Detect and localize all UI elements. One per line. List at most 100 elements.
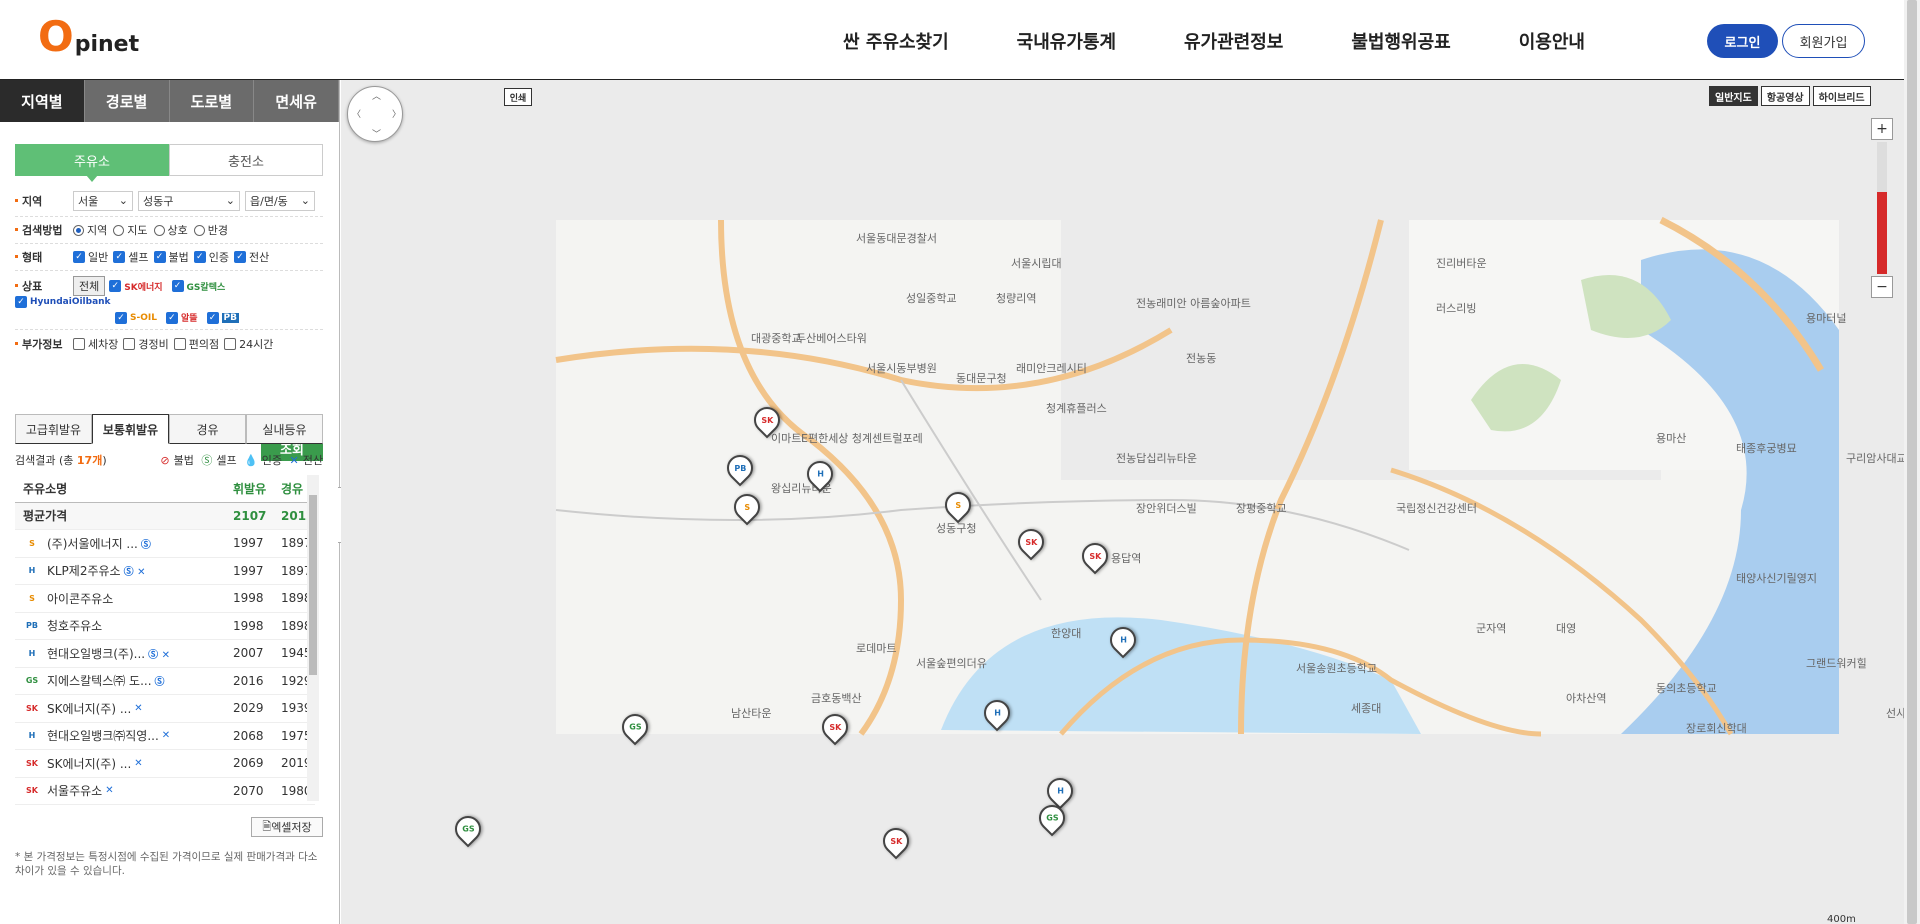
map-place-label: 전농래미안 아름숲아파트 (1136, 297, 1251, 310)
map-type-hybrid[interactable]: 하이브리드 (1812, 86, 1871, 106)
map-place-label: 아차산역 (1566, 692, 1607, 705)
station-row[interactable]: S 아이콘주유소 1998 1898 (15, 585, 315, 613)
zoom-in-button[interactable]: + (1871, 118, 1893, 140)
station-name[interactable]: 아이콘주유소 (47, 590, 113, 607)
map-place-label: 래미안크레시티 (1016, 362, 1087, 375)
station-row[interactable]: SK SK에너지(주) ... ✕ 2069 2019 (15, 750, 315, 778)
tab-region[interactable]: 지역별 (0, 80, 85, 122)
tab-gas-station[interactable]: 주유소 (15, 144, 169, 182)
station-name[interactable]: (주)서울에너지 ... (47, 535, 138, 552)
type-illegal-checkbox[interactable]: ✓ 불법 (153, 249, 189, 265)
brand-sk-checkbox[interactable]: ✓ SK에너지 (109, 280, 166, 293)
station-row[interactable]: SK SK에너지(주) ... ✕ 2029 1939 (15, 695, 315, 723)
brand-soil-checkbox[interactable]: ✓ S-OIL (115, 311, 161, 324)
station-name[interactable]: SK에너지(주) ... (47, 700, 131, 717)
zoom-out-button[interactable]: − (1871, 276, 1893, 298)
station-row[interactable]: S (주)서울에너지 ... Ⓢ 1997 1897 (15, 530, 315, 558)
print-button[interactable]: 인쇄 (504, 88, 532, 106)
station-row[interactable]: SK 서울주유소 ✕ 2070 1980 (15, 778, 315, 805)
station-tags: ✕ (134, 757, 143, 769)
station-name[interactable]: KLP제2주유소 (47, 562, 121, 579)
map-view[interactable]: 서울동대문경찰서 서울시립대 진리버타운 러스리빙 성일중학교 청량리역 전농래미안 아름숲… (341, 80, 1904, 924)
station-tags: Ⓢ ✕ (123, 567, 146, 579)
tab-route[interactable]: 경로별 (84, 80, 170, 122)
map-place-label: 장평중학교 (1236, 502, 1287, 515)
soil-logo-icon: S-OIL (130, 312, 157, 323)
gas-price: 1997 (233, 563, 264, 578)
region-row: 지역 서울 성동구 읍/면/동 (15, 186, 323, 217)
station-row[interactable]: H 현대오일뱅크㈜직영... ✕ 2068 1975 (15, 723, 315, 750)
map-place-label: 청량리역 (996, 292, 1037, 305)
result-count: 검색결과 (총 17개) (15, 454, 107, 467)
extra-repair-checkbox[interactable]: 경정비 (123, 336, 169, 352)
extra-24h-checkbox[interactable]: 24시간 (224, 336, 273, 352)
illegal-icon: ⊘ (160, 454, 170, 467)
tab-taxfree[interactable]: 면세유 (254, 80, 339, 122)
type-self-checkbox[interactable]: ✓ 셀프 (113, 249, 149, 265)
map-canvas (341, 80, 1904, 924)
gas-price: 2068 (233, 728, 264, 743)
map-place-label: 서울시동부병원 (866, 362, 937, 375)
nav-oil-info[interactable]: 유가관련정보 (1184, 28, 1283, 54)
station-tags: ✕ (161, 730, 171, 742)
nav-illegal[interactable]: 불법행위공표 (1351, 28, 1450, 54)
station-row[interactable]: GS 지에스칼텍스㈜ 도... Ⓢ 2016 1929 (15, 668, 315, 695)
method-region-radio[interactable]: 지역 (73, 222, 107, 238)
tab-kerosene[interactable]: 실내등유 (246, 414, 323, 444)
tab-road[interactable]: 도로별 (169, 80, 255, 122)
nav-cheap-station[interactable]: 싼 주유소찾기 (843, 28, 949, 54)
join-button[interactable]: 회원가입 (1782, 24, 1865, 58)
station-row[interactable]: H KLP제2주유소 Ⓢ ✕ 1997 1897 (15, 558, 315, 585)
brand-logo-icon: SK (26, 758, 38, 768)
dong-select[interactable]: 읍/면/동 (245, 191, 315, 211)
tab-regular[interactable]: 보통휘발유 (92, 414, 169, 444)
station-name[interactable]: 청호주유소 (47, 617, 102, 634)
tab-charging-station[interactable]: 충전소 (169, 144, 323, 176)
method-radius-radio[interactable]: 반경 (193, 222, 228, 238)
brand-hyundai-checkbox[interactable]: ✓ HyundaiOilbank (15, 296, 115, 308)
page-scrollbar[interactable] (1904, 0, 1920, 924)
brand-gs-checkbox[interactable]: ✓ GS칼텍스 (171, 280, 230, 293)
pan-down-icon: ﹀ (372, 130, 382, 140)
tab-diesel[interactable]: 경유 (169, 414, 246, 444)
map-type-normal[interactable]: 일반지도 (1709, 86, 1758, 106)
map-type-satellite[interactable]: 항공영상 (1760, 86, 1810, 106)
nav-guide[interactable]: 이용안내 (1519, 28, 1585, 54)
logo-text: pinet (74, 32, 140, 57)
self-icon: Ⓢ (201, 454, 213, 467)
station-name[interactable]: 서울주유소 (47, 782, 102, 799)
tab-premium[interactable]: 고급휘발유 (15, 414, 92, 444)
extra-label: 부가정보 (15, 336, 73, 352)
brand-all-button[interactable]: 전체 (73, 276, 106, 296)
type-normal-checkbox[interactable]: ✓ 일반 (73, 249, 108, 265)
station-name[interactable]: 현대오일뱅크(주)... (47, 645, 145, 662)
map-place-label: 동의초등학교 (1656, 682, 1717, 695)
station-row[interactable]: H 현대오일뱅크(주)... Ⓢ ✕ 2007 1945 (15, 640, 315, 668)
extra-store-checkbox[interactable]: 편의점 (173, 336, 219, 352)
brand-logo-icon: H (28, 731, 36, 741)
sido-select[interactable]: 서울 (73, 191, 133, 211)
station-name[interactable]: SK에너지(주) ... (47, 755, 131, 772)
station-name[interactable]: 지에스칼텍스㈜ 도... (47, 672, 152, 689)
zoom-slider[interactable] (1877, 142, 1887, 274)
sigungu-select[interactable]: 성동구 (138, 191, 240, 211)
gas-price: 1998 (233, 591, 264, 606)
brand-pb-checkbox[interactable]: ✓ PB (206, 311, 243, 324)
station-row[interactable]: PB 청호주유소 1998 1898 (15, 613, 315, 640)
region-label: 지역 (15, 193, 73, 209)
station-name[interactable]: 현대오일뱅크㈜직영... (47, 727, 159, 744)
method-map-radio[interactable]: 지도 (113, 222, 148, 238)
opinet-logo[interactable]: O pinet (38, 16, 139, 58)
price-note: * 본 가격정보는 특정시점에 수집된 가격이므로 실제 판매가격과 다소 차이… (15, 851, 318, 877)
method-name-radio[interactable]: 상호 (153, 222, 188, 238)
map-place-label: 그랜드워커힐 (1806, 657, 1867, 670)
list-scrollbar[interactable] (307, 475, 319, 801)
excel-save-button[interactable]: 🗎 엑셀저장 (251, 817, 323, 837)
type-computer-checkbox[interactable]: ✓ 전산 (234, 249, 269, 265)
login-button[interactable]: 로그인 (1707, 24, 1778, 58)
extra-carwash-checkbox[interactable]: 세차장 (73, 336, 118, 352)
brand-altteul-checkbox[interactable]: ✓ 알뜰 (165, 311, 202, 324)
type-certified-checkbox[interactable]: ✓ 인증 (193, 249, 229, 265)
pan-control[interactable]: ︿ ﹀ 〈 〉 (347, 86, 403, 142)
nav-domestic-price[interactable]: 국내유가통계 (1017, 28, 1116, 54)
